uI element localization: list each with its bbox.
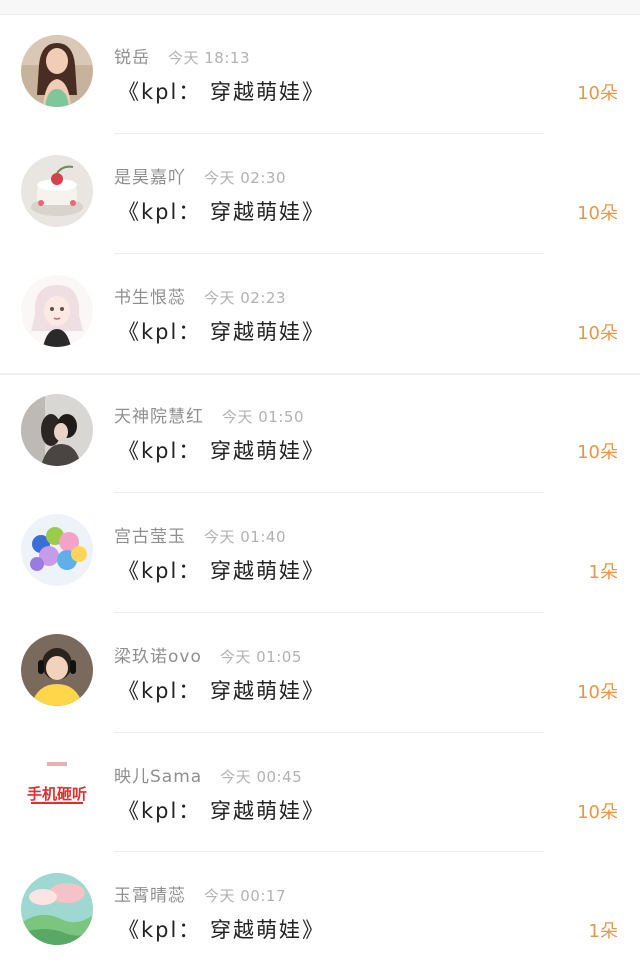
landscape-painting-avatar[interactable] [21, 873, 93, 946]
section-divider [0, 373, 640, 375]
list-item[interactable]: 锐岳 今天 18:13 《kpl： 穿越萌娃》 10朵 [0, 14, 640, 134]
reward-list: 锐岳 今天 18:13 《kpl： 穿越萌娃》 10朵 是昊嘉吖 今天 02:30 … [0, 14, 640, 972]
user-name: 天神院慧红 今天 01:50 [114, 407, 304, 428]
woman-photo-avatar[interactable] [21, 35, 93, 107]
cake-photo-avatar[interactable] [21, 154, 93, 227]
list-item[interactable]: 宫古莹玉 今天 01:40 《kpl： 穿越萌娃》 1朵 [0, 493, 640, 613]
user-name: 书生恨蕊 今天 02:23 [114, 287, 286, 308]
logo-text: 手机砸听 [27, 785, 87, 803]
message-text: 《kpl： 穿越萌娃》 [118, 439, 326, 464]
user-name: 梁玖诺ovo 今天 01:05 [114, 646, 302, 667]
list-item[interactable]: 书生恨蕊 今天 02:23 《kpl： 穿越萌娃》 10朵 [0, 254, 640, 374]
user-name: 是昊嘉吖 今天 02:30 [114, 167, 286, 188]
message-text: 《kpl： 穿越萌娃》 [118, 199, 326, 224]
message-time: 今天 01:40 [204, 528, 286, 546]
gift-count: 10朵 [577, 83, 618, 104]
message-time: 今天 01:05 [219, 647, 302, 666]
user-name: 锐岳 今天 18:13 [114, 48, 250, 68]
headphones-gamer-avatar[interactable] [21, 633, 93, 706]
list-item[interactable]: 是昊嘉吖 今天 02:30 《kpl： 穿越萌娃》 10朵 [0, 134, 640, 254]
user-name: 映儿Sama 今天 00:45 [114, 766, 303, 787]
message-text: 《kpl： 穿越萌娃》 [118, 319, 326, 344]
message-time: 今天 01:50 [222, 408, 304, 427]
message-time: 今天 00:17 [204, 887, 286, 906]
list-item[interactable]: 梁玖诺ovo 今天 01:05 《kpl： 穿越萌娃》 10朵 [0, 613, 640, 733]
message-time: 今天 02:23 [204, 288, 286, 307]
red-logo-avatar[interactable]: 手机砸听 [21, 753, 93, 826]
user-name: 宫古莹玉 今天 01:40 [114, 527, 286, 547]
gift-count: 10朵 [577, 442, 618, 464]
gift-count: 10朵 [577, 801, 618, 823]
balloons-avatar[interactable] [21, 514, 93, 586]
couple-photo-avatar[interactable] [21, 394, 93, 467]
message-text: 《kpl： 穿越萌娃》 [118, 559, 326, 583]
gift-count: 1朵 [588, 562, 618, 583]
gift-count: 1朵 [588, 921, 618, 943]
top-bar [0, 0, 640, 15]
user-name: 玉霄晴蕊 今天 00:17 [114, 886, 286, 907]
list-item[interactable]: 玉霄晴蕊 今天 00:17 《kpl： 穿越萌娃》 1朵 [0, 852, 640, 972]
gift-count: 10朵 [577, 322, 618, 344]
gift-count: 10朵 [577, 681, 618, 703]
list-item[interactable]: 天神院慧红 今天 01:50 《kpl： 穿越萌娃》 10朵 [0, 373, 640, 493]
message-text: 《kpl： 穿越萌娃》 [118, 918, 326, 943]
message-time: 今天 00:45 [220, 767, 303, 786]
message-text: 《kpl： 穿越萌娃》 [118, 80, 326, 104]
list-item[interactable]: 手机砸听 映儿Sama 今天 00:45 《kpl： 穿越萌娃》 10朵 [0, 733, 640, 853]
message-time: 今天 18:13 [168, 49, 250, 67]
gift-count: 10朵 [577, 202, 618, 224]
anime-girl-avatar[interactable] [21, 274, 93, 347]
message-text: 《kpl： 穿越萌娃》 [118, 798, 326, 823]
message-time: 今天 02:30 [204, 168, 286, 187]
message-text: 《kpl： 穿越萌娃》 [118, 678, 326, 703]
